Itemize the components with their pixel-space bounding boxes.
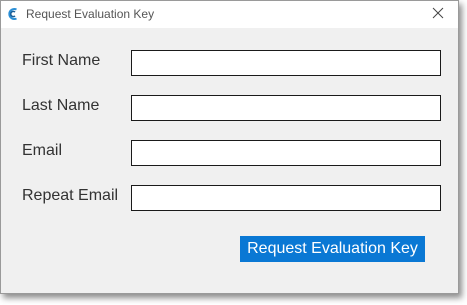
last-name-input[interactable] bbox=[131, 95, 441, 121]
repeat-email-row: Repeat Email bbox=[1, 185, 458, 211]
window-title: Request Evaluation Key bbox=[26, 7, 155, 21]
close-icon bbox=[432, 6, 444, 24]
title-bar: Request Evaluation Key bbox=[1, 1, 458, 28]
app-logo-icon bbox=[6, 7, 20, 21]
repeat-email-input[interactable] bbox=[131, 185, 441, 211]
email-row: Email bbox=[1, 140, 458, 166]
first-name-input[interactable] bbox=[131, 50, 441, 76]
last-name-label: Last Name bbox=[22, 97, 100, 114]
close-button[interactable] bbox=[418, 1, 458, 28]
first-name-row: First Name bbox=[1, 50, 458, 76]
email-label: Email bbox=[22, 142, 63, 159]
request-evaluation-key-button[interactable]: Request Evaluation Key bbox=[240, 236, 425, 262]
email-input[interactable] bbox=[131, 140, 441, 166]
last-name-row: Last Name bbox=[1, 95, 458, 121]
repeat-email-label: Repeat Email bbox=[22, 187, 119, 204]
first-name-label: First Name bbox=[22, 52, 101, 69]
request-evaluation-key-dialog: Request Evaluation Key First Name Last N… bbox=[0, 0, 459, 294]
